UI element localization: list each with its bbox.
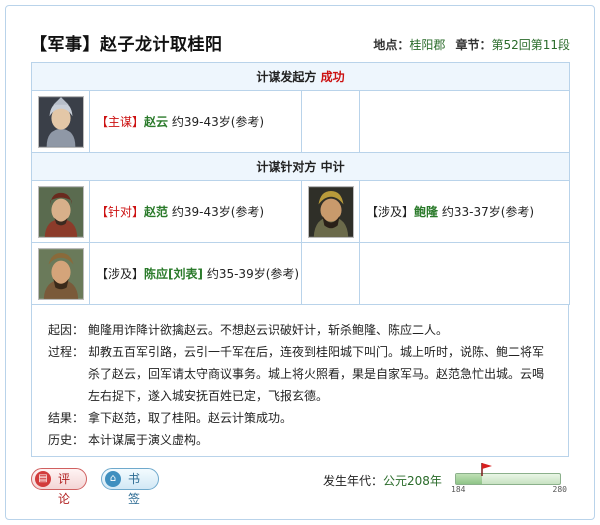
person-age: 约35-39岁(参考) (206, 267, 300, 281)
empty-cell (301, 90, 360, 153)
person-name-link[interactable]: 陈应[刘表] (144, 267, 203, 281)
avatar-cell (31, 90, 90, 153)
page-title: 【军事】赵子龙计取桂阳 (30, 35, 223, 55)
process-line: 过程： 却教五百军引路，云引一千军在后，连夜到桂阳城下叫门。城上听时，说陈、鲍二… (48, 341, 552, 407)
initiator-result: 成功 (320, 70, 345, 84)
cause-text: 鲍隆用诈降计欲擒赵云。不想赵云识破奸计，斩杀鲍隆、陈应二人。 (88, 323, 449, 337)
location-label: 地点： (373, 38, 410, 52)
target-person: 【涉及】鲍隆 约33-37岁(参考) (358, 180, 571, 243)
meta-info: 地点：桂阳郡 章节：第52回第11段 (373, 36, 570, 53)
avatar-cell (31, 180, 90, 243)
avatar-baolong[interactable] (307, 185, 354, 238)
role-tag: 【涉及】 (366, 205, 415, 219)
person-age: 约33-37岁(参考) (441, 205, 535, 219)
era-slider[interactable]: 184 280 (451, 463, 567, 494)
comment-icon: ▤ (35, 471, 51, 487)
avatar-chenying[interactable] (37, 247, 84, 300)
era-info: 发生年代：公元208年 (323, 472, 442, 489)
participants-table: 计谋发起方 成功 【主谋】赵云 约39-43岁(参考) 计谋针对方 中计 【针对… (30, 62, 571, 305)
era-label: 发生年代： (323, 474, 384, 488)
role-tag: 【针对】 (96, 205, 145, 219)
bookmark-button[interactable]: ⌂ 书签 (101, 468, 159, 506)
person-name-link[interactable]: 鲍隆 (414, 205, 438, 219)
process-text: 却教五百军引路，云引一千军在后，连夜到桂阳城下叫门。城上听时，说陈、鲍二将军杀了… (88, 345, 545, 403)
result-text: 拿下赵范，取了桂阳。赵云计策成功。 (88, 411, 293, 425)
era-value: 公元208年 (383, 474, 442, 488)
initiator-person: 【主谋】赵云 约39-43岁(参考) (89, 90, 302, 153)
person-age: 约39-43岁(参考) (171, 115, 265, 129)
avatar-zhaofan[interactable] (37, 185, 84, 238)
history-line: 历史： 本计谋属于演义虚构。 (48, 429, 552, 451)
target-header-label: 计谋针对方 (256, 160, 317, 174)
result-label: 结果： (48, 411, 85, 425)
comment-button[interactable]: ▤ 评论 (31, 468, 87, 506)
role-tag: 【涉及】 (96, 267, 145, 281)
history-text: 本计谋属于演义虚构。 (88, 433, 209, 447)
person-age: 约39-43岁(参考) (171, 205, 265, 219)
flag-icon[interactable] (479, 462, 493, 476)
cause-label: 起因： (48, 323, 85, 337)
avatar-cell (301, 180, 360, 243)
initiator-header: 计谋发起方 成功 (30, 62, 571, 91)
location-link[interactable]: 桂阳郡 (409, 38, 445, 52)
avatar-cell (31, 242, 90, 305)
target-header: 计谋针对方 中计 (30, 152, 571, 181)
footer-bar: ▤ 评论 ⌂ 书签 发生年代：公元208年 184 280 (31, 463, 569, 506)
person-name-link[interactable]: 赵云 (144, 115, 168, 129)
target-person: 【针对】赵范 约39-43岁(参考) (89, 180, 302, 243)
bookmark-label: 书签 (128, 472, 141, 506)
empty-cell (301, 242, 360, 305)
target-person: 【涉及】陈应[刘表] 约35-39岁(参考) (89, 242, 302, 305)
chapter-label: 章节： (455, 38, 492, 52)
empty-cell (358, 242, 571, 305)
cause-line: 起因： 鲍隆用诈降计欲擒赵云。不想赵云识破奸计，斩杀鲍隆、陈应二人。 (48, 319, 552, 341)
avatar-zhaoyun[interactable] (37, 95, 84, 148)
role-tag: 【主谋】 (96, 115, 145, 129)
comment-label: 评论 (58, 472, 71, 506)
initiator-header-label: 计谋发起方 (256, 70, 317, 84)
slider-min-label: 184 (451, 485, 466, 494)
result-line: 结果： 拿下赵范，取了桂阳。赵云计策成功。 (48, 407, 552, 429)
bookmark-icon: ⌂ (105, 471, 121, 487)
empty-cell (358, 90, 571, 153)
history-label: 历史： (48, 433, 85, 447)
process-label: 过程： (48, 345, 85, 359)
person-name-link[interactable]: 赵范 (144, 205, 168, 219)
chapter-link[interactable]: 第52回第11段 (491, 38, 570, 52)
target-result: 中计 (320, 160, 345, 174)
slider-track (455, 473, 561, 485)
slider-max-label: 280 (552, 485, 567, 494)
plot-description: 起因： 鲍隆用诈降计欲擒赵云。不想赵云识破奸计，斩杀鲍隆、陈应二人。 过程： 却… (31, 304, 569, 457)
